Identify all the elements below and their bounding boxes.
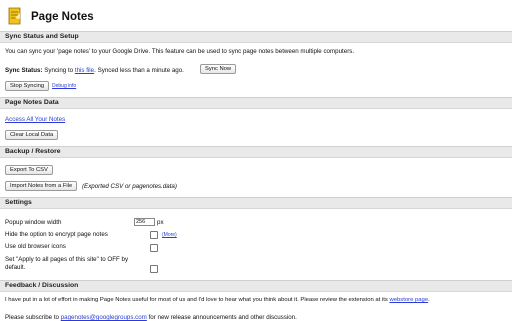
section-feedback-header: Feedback / Discussion: [0, 280, 512, 292]
section-backup-header: Backup / Restore: [0, 146, 512, 158]
hide-encrypt-checkbox[interactable]: [150, 231, 158, 239]
popup-width-label: Popup window width: [5, 219, 62, 226]
page-notes-logo-icon: [8, 7, 21, 25]
sync-status-label: Sync Status:: [5, 67, 43, 74]
access-all-notes-link[interactable]: Access All Your Notes: [5, 116, 65, 123]
feedback-text-pre: I have put in a lot of effort in making …: [5, 297, 388, 303]
access-notes-line: Access All Your Notes: [5, 116, 65, 123]
section-data-title: Page Notes Data: [5, 99, 59, 106]
old-icons-checkbox[interactable]: [150, 244, 158, 252]
popup-width-input[interactable]: 256: [134, 218, 155, 226]
clear-local-data-button[interactable]: Clear Local Data: [5, 130, 59, 140]
export-csv-button[interactable]: Export To CSV: [5, 165, 53, 175]
sync-now-button[interactable]: Sync Now: [200, 64, 237, 74]
sync-status-post: . Synced less than a minute ago.: [94, 67, 184, 74]
section-feedback-title: Feedback / Discussion: [5, 282, 79, 289]
page-title: Page Notes: [31, 11, 94, 23]
debug-info-link[interactable]: Debug info: [52, 83, 76, 89]
apply-all-label-line2: default.: [5, 264, 26, 271]
section-sync-header: Sync Status and Setup: [0, 31, 512, 43]
apply-all-label-line1: Set "Apply to all pages of this site" to…: [5, 256, 129, 263]
sync-description: You can sync your 'page notes' to your G…: [5, 48, 355, 55]
section-settings-header: Settings: [0, 197, 512, 209]
feedback-text: I have put in a lot of effort in making …: [5, 297, 430, 303]
section-backup-title: Backup / Restore: [5, 148, 61, 155]
app-header: Page Notes: [0, 0, 512, 32]
sync-status-line: Sync Status: Syncing to this file. Synce…: [5, 67, 184, 74]
section-sync-title: Sync Status and Setup: [5, 33, 79, 40]
import-note: (Exported CSV or pagenotes.data): [82, 183, 177, 190]
feedback-text-post: .: [428, 297, 430, 303]
webstore-link[interactable]: webstore page: [389, 297, 428, 303]
apply-all-checkbox[interactable]: [150, 265, 158, 273]
section-data-header: Page Notes Data: [0, 97, 512, 109]
sync-status-pre: Syncing to: [44, 67, 74, 74]
old-icons-label: Use old browser icons: [5, 243, 66, 250]
popup-width-unit: px: [157, 219, 164, 226]
hide-encrypt-label: Hide the option to encrypt page notes: [5, 231, 108, 238]
more-link[interactable]: (More): [162, 232, 177, 238]
import-notes-button[interactable]: Import Notes from a File: [5, 181, 78, 191]
sync-file-link[interactable]: this file: [75, 67, 94, 74]
section-settings-title: Settings: [5, 199, 32, 206]
stop-syncing-button[interactable]: Stop Syncing: [5, 81, 50, 91]
